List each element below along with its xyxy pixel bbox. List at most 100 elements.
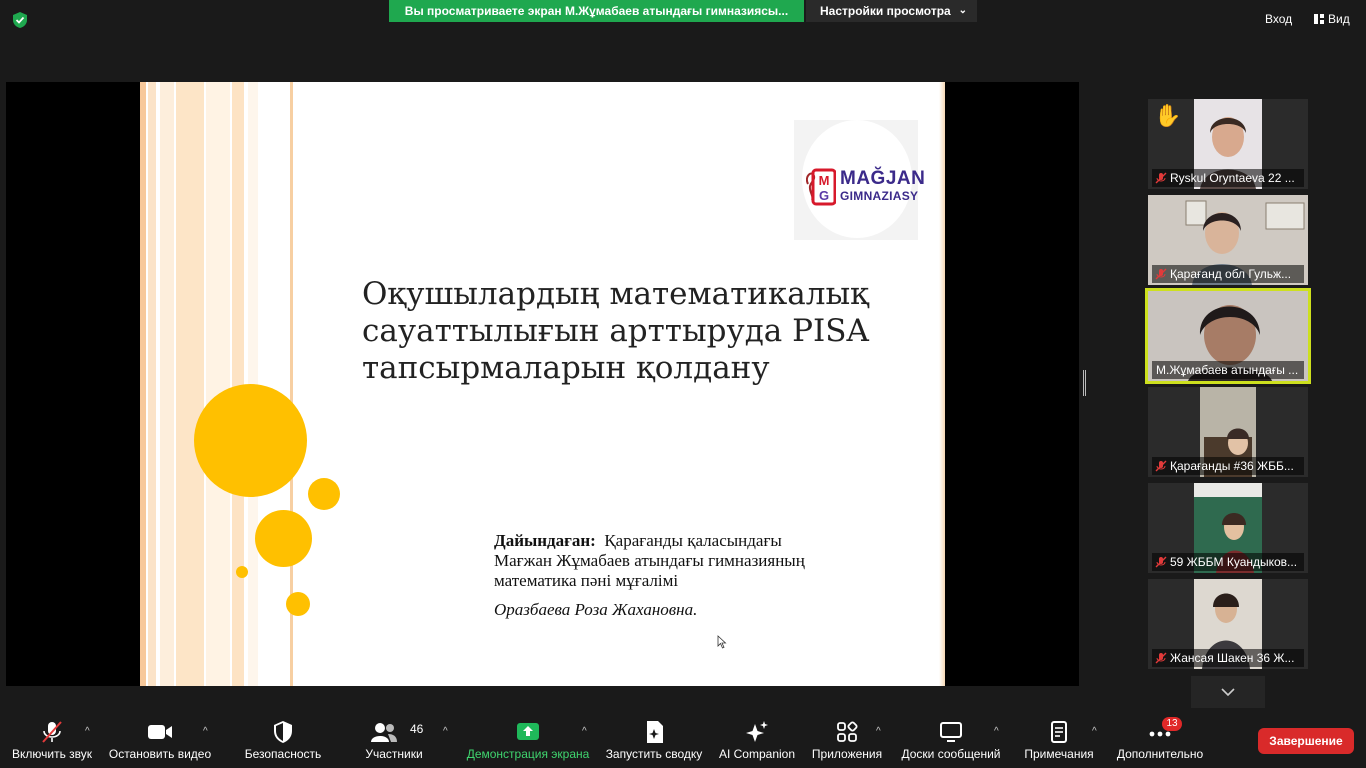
logo-text: MAĞJAN GIMNAZIASY <box>840 169 925 202</box>
view-button[interactable]: Вид <box>1314 8 1350 30</box>
participant-tile[interactable]: Жансая Шакен 36 Ж... <box>1148 579 1308 669</box>
participant-tile-active-speaker[interactable]: М.Жұмабаев атындағы ... <box>1145 288 1311 384</box>
logo-mark-icon: M G <box>806 168 836 206</box>
decor-circle-small1 <box>308 478 340 510</box>
share-screen-button[interactable]: Демонстрация экрана <box>464 712 592 768</box>
end-meeting-button[interactable]: Завершение <box>1258 728 1354 754</box>
gallery-scroll-down-button[interactable] <box>1191 676 1265 708</box>
screen-share-banner: Вы просматриваете экран М.Жұмабаев атынд… <box>389 0 804 22</box>
panel-resize-handle[interactable] <box>1083 370 1086 396</box>
slide-title-line2: сауаттылығын арттыруда PISA <box>362 313 869 349</box>
decor-circle-large <box>194 384 307 497</box>
presentation-slide: M G MAĞJAN GIMNAZIASY Оқушылардың матема… <box>140 82 945 686</box>
security-button[interactable]: Безопасность <box>240 712 326 768</box>
video-camera-icon <box>148 725 172 739</box>
view-settings-label: Настройки просмотра <box>820 4 951 18</box>
credit-label: Дайындаған: <box>494 531 596 550</box>
credit-text2: Мағжан Жұмабаев атындағы гимназияның <box>494 551 805 570</box>
stop-video-button[interactable]: Остановить видео <box>106 712 214 768</box>
summary-document-icon <box>647 721 663 743</box>
meeting-toolbar: Включить звук ^ Остановить видео ^ Безоп… <box>0 712 1366 768</box>
share-screen-icon <box>517 723 539 740</box>
participants-button[interactable]: 46 Участники <box>360 712 428 768</box>
unmute-label: Включить звук <box>11 747 93 761</box>
participant-name-bar: Жансая Шакен 36 Ж... <box>1152 649 1304 667</box>
chevron-up-icon[interactable]: ^ <box>1092 726 1097 737</box>
start-summary-label: Запустить сводку <box>605 747 703 761</box>
slide-credit: Дайындаған: Қарағанды қаласындағы Мағжан… <box>494 531 874 591</box>
mic-muted-icon <box>1155 268 1167 280</box>
slide-edge <box>939 82 945 686</box>
notes-icon <box>1051 721 1067 743</box>
ai-companion-button[interactable]: AI Companion <box>714 712 800 768</box>
logo-line1: MAĞJAN <box>840 168 926 189</box>
chevron-down-icon: ⌄ <box>958 5 967 16</box>
more-button[interactable]: Дополнительно <box>1112 712 1208 768</box>
more-label: Дополнительно <box>1116 747 1204 761</box>
credit-text3: математика пәні мұғалімі <box>494 571 679 590</box>
raised-hand-icon: ✋ <box>1154 103 1182 128</box>
mic-muted-icon <box>1155 556 1167 568</box>
participants-count: 46 <box>410 722 424 736</box>
view-label: Вид <box>1328 12 1350 26</box>
slide-title: Оқушылардың математикалық сауаттылығын а… <box>362 276 882 387</box>
chevron-up-icon[interactable]: ^ <box>876 726 881 737</box>
stop-video-label: Остановить видео <box>108 747 212 761</box>
participant-name-bar: Қарағанд обл Гульж... <box>1152 265 1304 283</box>
shared-screen[interactable]: M G MAĞJAN GIMNAZIASY Оқушылардың матема… <box>6 82 1079 686</box>
participant-tile[interactable]: 59 ЖББМ Куандыков... <box>1148 483 1308 573</box>
decor-circle-small2 <box>286 592 310 616</box>
notification-badge: 13 <box>1162 717 1182 731</box>
whiteboards-button[interactable]: Доски сообщений <box>898 712 1004 768</box>
participants-label: Участники <box>365 747 423 761</box>
decor-circle-tiny <box>236 566 248 578</box>
participants-icon <box>371 723 398 742</box>
svg-text:G: G <box>819 188 829 203</box>
participant-name: Қарағанды #36 ЖББ... <box>1170 459 1294 473</box>
notes-button[interactable]: Примечания <box>1020 712 1098 768</box>
unmute-button[interactable]: Включить звук <box>6 712 98 768</box>
share-screen-label: Демонстрация экрана <box>466 747 590 761</box>
chevron-up-icon[interactable]: ^ <box>85 726 90 737</box>
chevron-up-icon[interactable]: ^ <box>582 726 587 737</box>
participant-name-bar: 59 ЖББМ Куандыков... <box>1152 553 1304 571</box>
participant-name: Қарағанд обл Гульж... <box>1170 267 1292 281</box>
slide-title-line1: Оқушылардың математикалық <box>362 276 869 312</box>
participant-name: Жансая Шакен 36 Ж... <box>1170 651 1295 665</box>
slide-author: Оразбаева Роза Жахановна. <box>494 600 698 619</box>
logo-line2: GIMNAZIASY <box>840 189 919 203</box>
ai-companion-label: AI Companion <box>718 747 796 761</box>
participant-tile[interactable]: Қарағанд обл Гульж... <box>1148 195 1308 285</box>
security-label: Безопасность <box>244 747 322 761</box>
whiteboard-icon <box>940 722 962 742</box>
apps-label: Приложения <box>811 747 883 761</box>
apps-button[interactable]: Приложения <box>808 712 886 768</box>
chevron-up-icon[interactable]: ^ <box>203 726 208 737</box>
participant-name: 59 ЖББМ Куандыков... <box>1170 555 1298 569</box>
slide-title-line3: тапсырмаларын қолдану <box>362 350 770 386</box>
top-bar: Вы просматриваете экран М.Жұмабаев атынд… <box>0 0 1366 40</box>
mic-muted-icon <box>1155 652 1167 664</box>
participant-name-bar: М.Жұмабаев атындағы ... <box>1152 361 1304 379</box>
participant-tile[interactable]: Қарағанды #36 ЖББ... <box>1148 387 1308 477</box>
grid-view-icon <box>1314 14 1324 24</box>
mic-muted-icon <box>42 721 62 743</box>
whiteboards-label: Доски сообщений <box>901 747 1001 761</box>
participant-name: Ryskul Oryntaeva 22 ... <box>1170 171 1295 185</box>
start-summary-button[interactable]: Запустить сводку <box>603 712 705 768</box>
chevron-down-icon <box>1221 688 1235 696</box>
participant-name: М.Жұмабаев атындағы ... <box>1156 363 1299 377</box>
enter-button[interactable]: Вход <box>1265 8 1292 30</box>
shield-check-icon[interactable] <box>12 12 28 28</box>
chevron-up-icon[interactable]: ^ <box>994 726 999 737</box>
participant-tile[interactable]: ✋ Ryskul Oryntaeva 22 ... <box>1148 99 1308 189</box>
mic-muted-icon <box>1155 460 1167 472</box>
view-settings-button[interactable]: Настройки просмотра ⌄ <box>806 0 977 22</box>
shield-icon <box>274 721 292 743</box>
ai-sparkle-icon <box>746 721 768 742</box>
chevron-up-icon[interactable]: ^ <box>443 726 448 737</box>
participant-name-bar: Ryskul Oryntaeva 22 ... <box>1152 169 1304 187</box>
svg-text:M: M <box>819 173 830 188</box>
decorative-stripes <box>140 82 293 686</box>
mouse-cursor-icon <box>717 635 727 649</box>
